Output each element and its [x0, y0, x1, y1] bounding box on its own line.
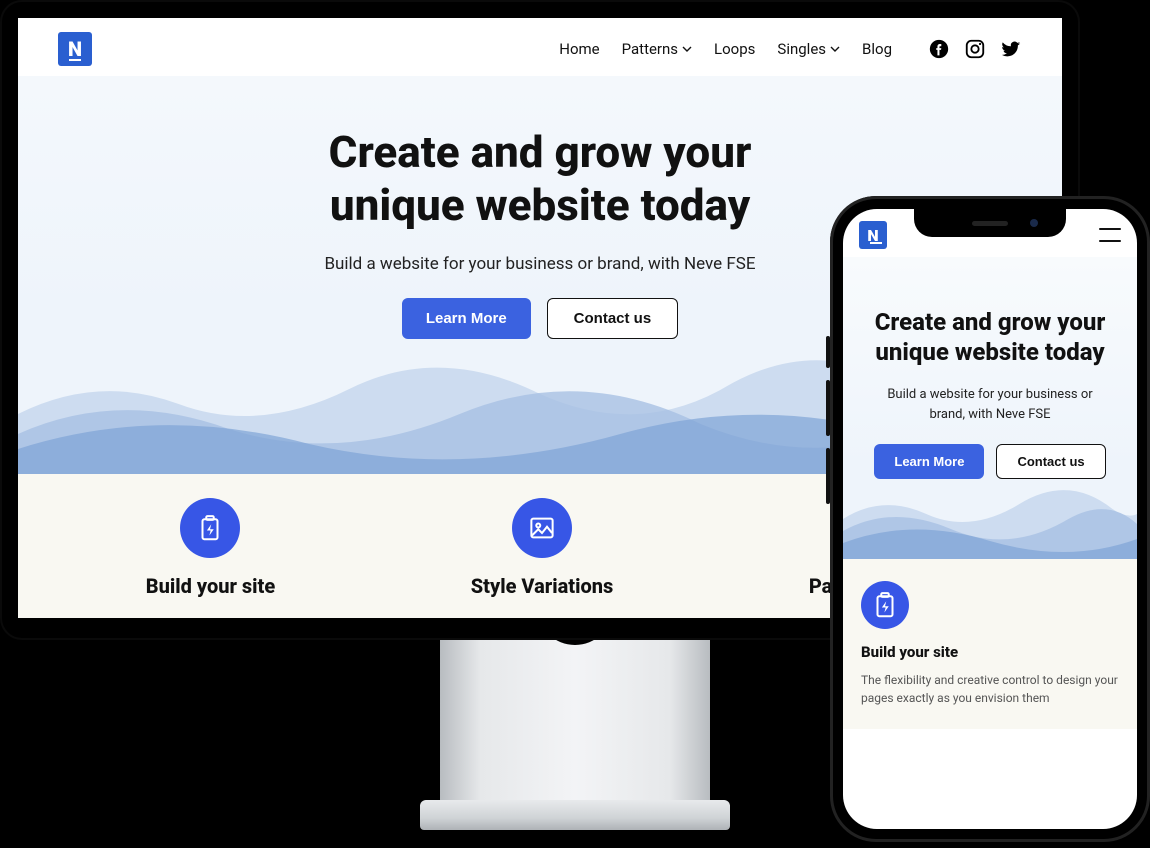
feature-build-site: Build your site [146, 498, 275, 598]
phone-volume-down [826, 448, 830, 504]
hero-cta-group: Learn More Contact us [865, 444, 1115, 479]
desktop-header: N Home Patterns Loops Singles Blog [18, 18, 1062, 76]
image-icon [512, 498, 572, 558]
hero-title-line1: Create and grow your [875, 308, 1106, 336]
phone-mute-switch [826, 336, 830, 368]
phone-notch [914, 209, 1066, 237]
learn-more-button[interactable]: Learn More [402, 298, 531, 339]
mobile-phone: N Create and grow your unique website to… [830, 196, 1150, 842]
feature-title: Build your site [861, 643, 1119, 661]
nav-blog[interactable]: Blog [862, 40, 892, 58]
battery-bolt-icon [861, 581, 909, 629]
hero-sub-line2: brand, with Neve FSE [929, 407, 1050, 422]
phone-body: N Create and grow your unique website to… [830, 196, 1150, 842]
monitor-stand-neck [440, 620, 710, 815]
nav-patterns[interactable]: Patterns [622, 40, 692, 58]
nav-home-label: Home [559, 40, 599, 58]
hero-subtitle: Build a website for your business or bra… [865, 385, 1115, 424]
desktop-nav: Home Patterns Loops Singles Blog [559, 38, 1022, 60]
nav-singles[interactable]: Singles [777, 40, 840, 58]
feature-title: Build your site [146, 574, 275, 598]
chevron-down-icon [682, 44, 692, 54]
facebook-icon[interactable] [928, 38, 950, 60]
learn-more-button[interactable]: Learn More [874, 444, 984, 479]
feature-title: Style Variations [471, 574, 614, 598]
nav-loops[interactable]: Loops [714, 40, 755, 58]
feature-style-variations: Style Variations [471, 498, 614, 598]
monitor-stand-base [420, 800, 730, 830]
mobile-hero: Create and grow your unique website toda… [843, 257, 1137, 559]
social-links [928, 38, 1022, 60]
hero-sub-line1: Build a website for your business or [887, 387, 1092, 402]
nav-home[interactable]: Home [559, 40, 599, 58]
hero-title-line2: unique website today [875, 338, 1104, 366]
instagram-icon[interactable] [964, 38, 986, 60]
contact-us-button[interactable]: Contact us [996, 444, 1105, 479]
hero-title-line2: unique website today [330, 179, 750, 231]
logo[interactable]: N [859, 221, 887, 249]
chevron-down-icon [830, 44, 840, 54]
logo[interactable]: N [58, 32, 92, 66]
nav-patterns-label: Patterns [622, 40, 678, 58]
nav-blog-label: Blog [862, 40, 892, 58]
twitter-icon[interactable] [1000, 38, 1022, 60]
nav-singles-label: Singles [777, 40, 826, 58]
phone-screen: N Create and grow your unique website to… [843, 209, 1137, 829]
mobile-feature-card: Build your site The flexibility and crea… [843, 559, 1137, 729]
hamburger-menu-icon[interactable] [1099, 228, 1121, 242]
hero-title: Create and grow your unique website toda… [865, 307, 1115, 367]
phone-volume-up [826, 380, 830, 436]
nav-loops-label: Loops [714, 40, 755, 58]
contact-us-button[interactable]: Contact us [547, 298, 679, 339]
battery-bolt-icon [180, 498, 240, 558]
feature-description: The flexibility and creative control to … [861, 671, 1119, 707]
hero-title-line1: Create and grow your [329, 126, 752, 178]
mountains-illustration [843, 469, 1137, 559]
